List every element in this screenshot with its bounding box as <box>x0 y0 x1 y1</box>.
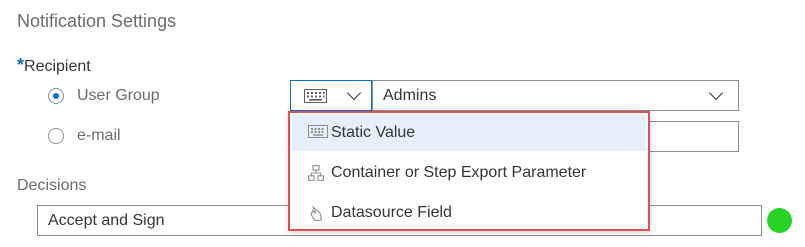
menu-item-container-parameter[interactable]: Container or Step Export Parameter <box>292 155 646 191</box>
value-source-select[interactable] <box>290 80 372 111</box>
required-mark: * <box>17 55 25 75</box>
chevron-down-icon <box>708 85 724 101</box>
menu-item-label: Static Value <box>331 124 416 141</box>
chevron-down-icon <box>346 85 362 101</box>
menu-item-static-value[interactable]: Static Value <box>292 115 646 151</box>
status-indicator <box>767 208 792 233</box>
tag-icon <box>310 205 323 222</box>
recipient-label-row: *Recipient <box>17 55 91 76</box>
menu-item-datasource-field[interactable]: Datasource Field <box>292 195 646 231</box>
group-select-value: Admins <box>383 87 437 104</box>
decision-value: Accept and Sign <box>48 212 165 229</box>
radio-user-group[interactable] <box>48 88 64 104</box>
email-input[interactable] <box>640 121 739 152</box>
menu-item-label: Container or Step Export Parameter <box>331 164 587 181</box>
recipient-label: Recipient <box>24 58 91 75</box>
radio-label-user-group: User Group <box>77 87 160 104</box>
decisions-label: Decisions <box>17 177 87 194</box>
keyboard-icon <box>308 125 328 138</box>
menu-item-label: Datasource Field <box>331 204 452 221</box>
value-source-dropdown: Static Value Container or Step Export Pa… <box>288 111 650 231</box>
radio-email[interactable] <box>48 128 64 144</box>
radio-label-email: e-mail <box>77 127 121 144</box>
group-select[interactable]: Admins <box>372 80 739 111</box>
hierarchy-icon <box>308 165 324 181</box>
keyboard-icon <box>304 89 327 103</box>
section-title: Notification Settings <box>17 11 177 31</box>
